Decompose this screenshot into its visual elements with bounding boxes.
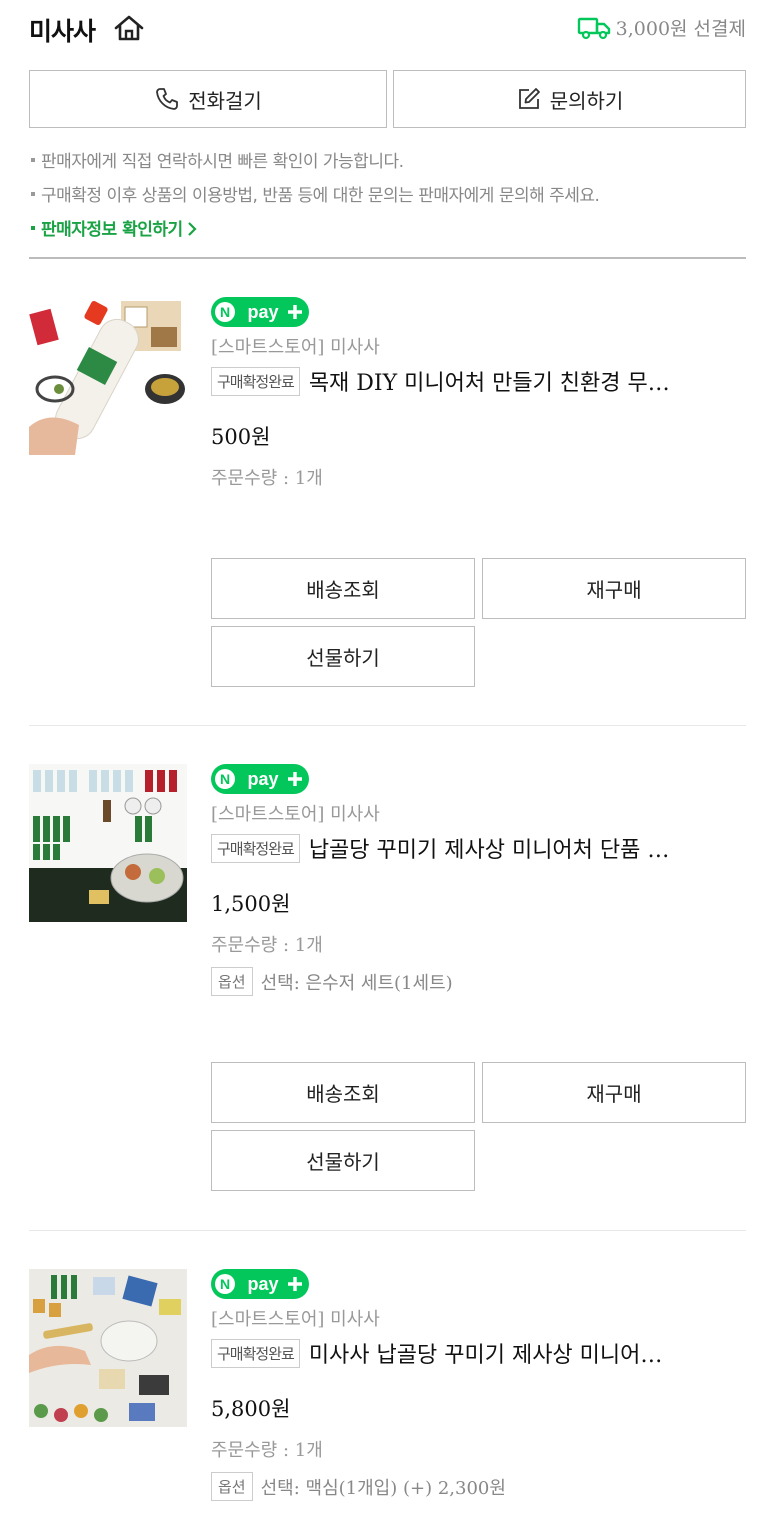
item-option: 옵션 선택: 맥심(1개입) (+) 2,300원	[211, 1472, 506, 1501]
item-price: 5,800원	[211, 1397, 291, 1421]
product-thumbnail[interactable]	[29, 1269, 187, 1427]
item-separator	[29, 1230, 746, 1231]
notice-item: 판매자에게 직접 연락하시면 빠른 확인이 가능합니다.	[29, 148, 746, 182]
item-title-row: 구매확정완료 납골당 꾸미기 제사상 미니어처 단품 …	[211, 832, 746, 864]
chevron-right-icon	[187, 222, 197, 236]
truck-icon	[577, 17, 610, 39]
item-info: N pay [스마트스토어] 미사사 구매확정완료 납골당 꾸미기 제사상 미니…	[211, 764, 746, 1194]
svg-text:N: N	[220, 304, 230, 320]
notice-item: 구매확정 이후 상품의 이용방법, 반품 등에 대한 문의는 판매자에게 문의해…	[29, 182, 746, 216]
seller-name[interactable]: [스마트스토어] 미사사	[211, 800, 380, 826]
option-tag: 옵션	[211, 967, 253, 996]
item-title[interactable]: 목재 DIY 미니어처 만들기 친환경 무…	[309, 365, 670, 397]
product-thumbnail[interactable]	[29, 764, 187, 922]
track-delivery-button[interactable]: 배송조회	[211, 558, 475, 619]
option-text: 선택: 은수저 세트(1세트)	[260, 972, 453, 994]
seller-info-link[interactable]: 판매자정보 확인하기	[29, 216, 746, 250]
inquiry-button[interactable]: 문의하기	[393, 70, 746, 128]
seller-name[interactable]: [스마트스토어] 미사사	[211, 333, 380, 359]
item-title[interactable]: 미사사 납골당 꾸미기 제사상 미니어…	[309, 1337, 663, 1369]
order-item: N pay [스마트스토어] 미사사 구매확정완료 목재 DIY 미니어처 만들…	[29, 297, 746, 697]
home-icon[interactable]	[113, 14, 145, 42]
item-quantity: 주문수량 : 1개	[211, 935, 323, 956]
status-badge: 구매확정완료	[211, 366, 300, 396]
item-price: 1,500원	[211, 892, 291, 916]
rebuy-button[interactable]: 재구매	[482, 1062, 746, 1123]
npay-badge: N pay	[211, 297, 309, 327]
seller-name[interactable]: [스마트스토어] 미사사	[211, 1305, 380, 1331]
store-header: 미사사 3,000원 선결제	[29, 10, 746, 46]
call-button[interactable]: 전화걸기	[29, 70, 387, 128]
rebuy-button[interactable]: 재구매	[482, 558, 746, 619]
svg-text:pay: pay	[247, 769, 278, 789]
svg-text:N: N	[220, 1276, 230, 1292]
svg-text:pay: pay	[247, 302, 278, 322]
item-option: 옵션 선택: 은수저 세트(1세트)	[211, 967, 453, 996]
option-tag: 옵션	[211, 1472, 253, 1501]
item-title[interactable]: 납골당 꾸미기 제사상 미니어처 단품 …	[309, 832, 670, 864]
item-separator	[29, 725, 746, 726]
item-title-row: 구매확정완료 목재 DIY 미니어처 만들기 친환경 무…	[211, 365, 746, 397]
gift-button[interactable]: 선물하기	[211, 1130, 475, 1191]
npay-badge: N pay	[211, 1269, 309, 1299]
phone-icon	[156, 88, 179, 110]
order-item: N pay [스마트스토어] 미사사 구매확정완료 납골당 꾸미기 제사상 미니…	[29, 764, 746, 1194]
item-info: N pay [스마트스토어] 미사사 구매확정완료 목재 DIY 미니어처 만들…	[211, 297, 746, 697]
status-badge: 구매확정완료	[211, 1338, 300, 1368]
gift-button[interactable]: 선물하기	[211, 626, 475, 687]
inquiry-label: 문의하기	[549, 88, 624, 113]
item-title-row: 구매확정완료 미사사 납골당 꾸미기 제사상 미니어…	[211, 1337, 746, 1369]
item-quantity: 주문수량 : 1개	[211, 1440, 323, 1461]
item-info: N pay [스마트스토어] 미사사 구매확정완료 미사사 납골당 꾸미기 제사…	[211, 1269, 746, 1515]
npay-badge: N pay	[211, 764, 309, 794]
section-divider	[29, 257, 746, 259]
edit-icon	[518, 88, 540, 109]
call-label: 전화걸기	[188, 88, 262, 113]
shipping-fee: 3,000원 선결제	[615, 18, 746, 40]
status-badge: 구매확정완료	[211, 833, 300, 863]
contact-buttons: 전화걸기 문의하기	[29, 70, 746, 130]
svg-text:N: N	[220, 771, 230, 787]
option-text: 선택: 맥심(1개입) (+) 2,300원	[260, 1477, 506, 1499]
store-name[interactable]: 미사사	[29, 12, 96, 48]
order-item: N pay [스마트스토어] 미사사 구매확정완료 미사사 납골당 꾸미기 제사…	[29, 1269, 746, 1515]
notice-list: 판매자에게 직접 연락하시면 빠른 확인이 가능합니다. 구매확정 이후 상품의…	[29, 148, 746, 250]
track-delivery-button[interactable]: 배송조회	[211, 1062, 475, 1123]
product-thumbnail[interactable]	[29, 297, 187, 455]
svg-text:pay: pay	[247, 1274, 278, 1294]
shipping-info: 3,000원 선결제	[577, 14, 746, 41]
item-quantity: 주문수량 : 1개	[211, 468, 323, 489]
item-price: 500원	[211, 425, 271, 449]
